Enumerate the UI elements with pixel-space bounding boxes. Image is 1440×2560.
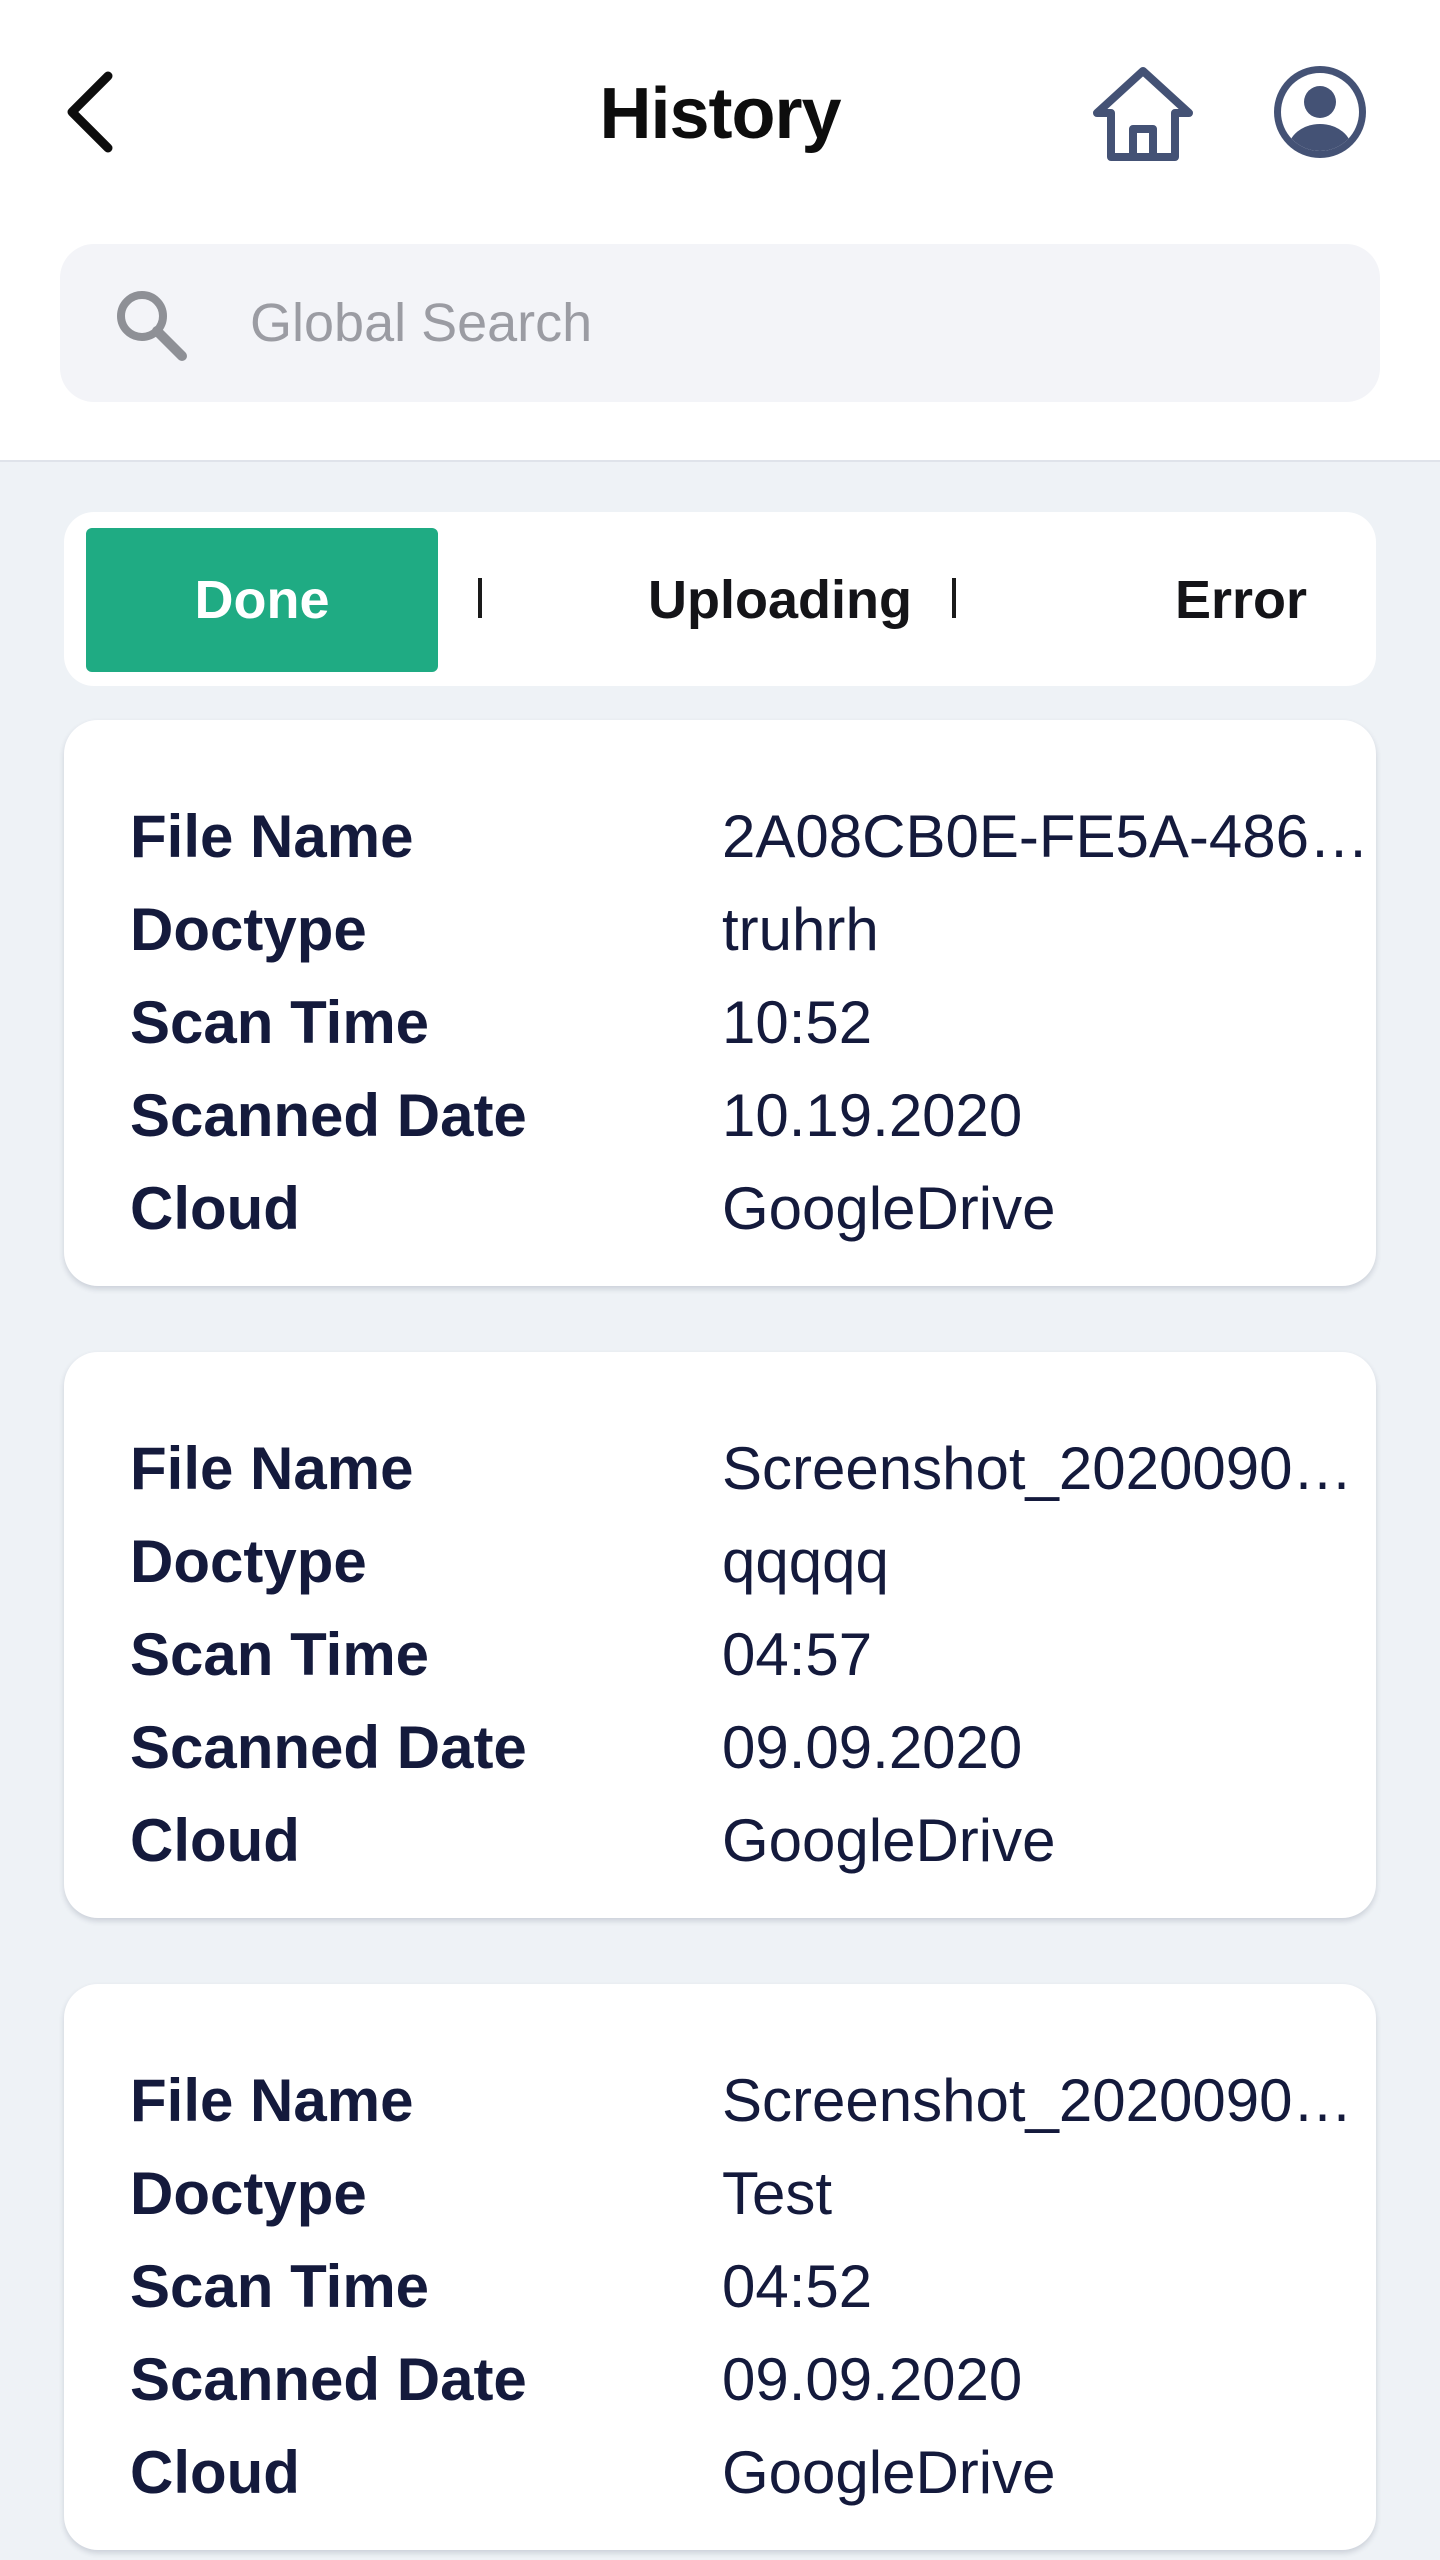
scanned-date-row: Scanned Date 10.19.2020 xyxy=(130,1071,1370,1161)
status-tabs: Done Uploading Error xyxy=(64,512,1376,686)
scan-time-label: Scan Time xyxy=(130,1621,430,1688)
user-circle-icon xyxy=(1274,66,1366,158)
scanned-date-label: Scanned Date xyxy=(130,2346,527,2413)
cloud-label: Cloud xyxy=(130,2439,300,2506)
doctype-row: Doctype qqqqq xyxy=(130,1517,1370,1607)
back-button[interactable] xyxy=(48,60,132,164)
cloud-row: Cloud GoogleDrive xyxy=(130,1796,1370,1886)
chevron-left-icon xyxy=(67,71,113,153)
tab-error[interactable]: Error xyxy=(994,528,1440,672)
app-header: History xyxy=(0,0,1440,462)
doctype-value: Test xyxy=(722,2160,833,2227)
file-name-value: Screenshot_20200904-103006.png xyxy=(722,2067,1370,2134)
cloud-row: Cloud GoogleDrive xyxy=(130,1164,1370,1254)
cloud-label: Cloud xyxy=(130,1807,300,1874)
scanned-date-row: Scanned Date 09.09.2020 xyxy=(130,2335,1370,2425)
file-name-row: File Name 2A08CB0E-FE5A-4868-6A1D-000000… xyxy=(130,792,1370,882)
scanned-date-value: 09.09.2020 xyxy=(722,2346,1023,2413)
tab-done[interactable]: Done xyxy=(86,528,438,672)
home-button[interactable] xyxy=(1088,62,1198,166)
file-name-label: File Name xyxy=(130,803,414,870)
scanned-date-label: Scanned Date xyxy=(130,1714,527,1781)
page-title: History xyxy=(599,74,841,154)
history-card[interactable]: File Name Screenshot_20200904-103005.png… xyxy=(64,1352,1376,1918)
file-name-value: 2A08CB0E-FE5A-4868-6A1D-00000000 xyxy=(722,803,1370,870)
cloud-value: GoogleDrive xyxy=(722,2439,1056,2506)
scan-time-row: Scan Time 10:52 xyxy=(130,978,1370,1068)
cloud-value: GoogleDrive xyxy=(722,1807,1056,1874)
file-name-row: File Name Screenshot_20200904-103005.png xyxy=(130,1424,1370,1514)
scan-time-label: Scan Time xyxy=(130,989,430,1056)
history-card[interactable]: File Name 2A08CB0E-FE5A-4868-6A1D-000000… xyxy=(64,720,1376,1286)
tab-separator xyxy=(478,578,482,618)
scan-time-row: Scan Time 04:57 xyxy=(130,1610,1370,1700)
file-name-value: Screenshot_20200904-103005.png xyxy=(722,1435,1370,1502)
cloud-value: GoogleDrive xyxy=(722,1175,1056,1242)
doctype-value: truhrh xyxy=(722,896,879,963)
scan-time-label: Scan Time xyxy=(130,2253,430,2320)
doctype-label: Doctype xyxy=(130,896,367,963)
doctype-row: Doctype Test xyxy=(130,2149,1370,2239)
cloud-row: Cloud GoogleDrive xyxy=(130,2428,1370,2518)
search-icon xyxy=(117,291,187,361)
scanned-date-row: Scanned Date 09.09.2020 xyxy=(130,1703,1370,1793)
scan-time-value: 04:52 xyxy=(722,2253,873,2320)
doctype-row: Doctype truhrh xyxy=(130,885,1370,975)
scan-time-row: Scan Time 04:52 xyxy=(130,2242,1370,2332)
doctype-label: Doctype xyxy=(130,1528,367,1595)
doctype-label: Doctype xyxy=(130,2160,367,2227)
search-input[interactable] xyxy=(250,244,1350,402)
cloud-label: Cloud xyxy=(130,1175,300,1242)
file-name-label: File Name xyxy=(130,2067,414,2134)
profile-button[interactable] xyxy=(1268,60,1372,164)
scanned-date-value: 09.09.2020 xyxy=(722,1714,1023,1781)
search-bar xyxy=(60,244,1380,402)
scanned-date-value: 10.19.2020 xyxy=(722,1082,1023,1149)
doctype-value: qqqqq xyxy=(722,1528,889,1595)
home-icon xyxy=(1093,67,1193,161)
file-name-row: File Name Screenshot_20200904-103006.png xyxy=(130,2056,1370,2146)
file-name-label: File Name xyxy=(130,1435,414,1502)
scan-time-value: 10:52 xyxy=(722,989,873,1056)
scan-time-value: 04:57 xyxy=(722,1621,873,1688)
tab-separator xyxy=(952,578,956,618)
history-card[interactable]: File Name Screenshot_20200904-103006.png… xyxy=(64,1984,1376,2550)
scanned-date-label: Scanned Date xyxy=(130,1082,527,1149)
